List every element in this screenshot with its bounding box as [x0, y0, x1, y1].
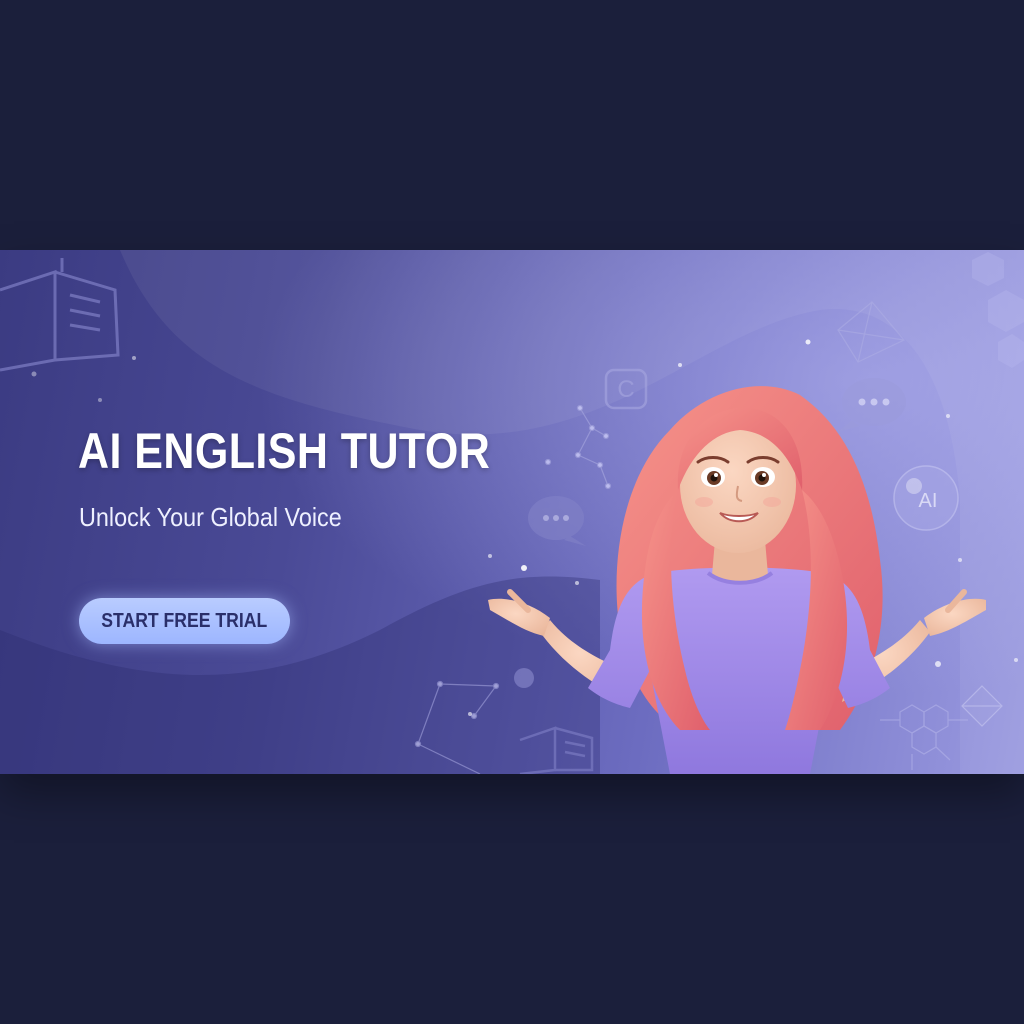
hero-banner: C AI AI ENGLISH TUTOR Unlock Your Global… — [0, 250, 1024, 774]
page-subtitle: Unlock Your Global Voice — [79, 502, 342, 532]
tutor-avatar — [488, 386, 986, 774]
page-title: AI ENGLISH TUTOR — [78, 423, 491, 479]
start-free-trial-label: START FREE TRIAL — [101, 609, 268, 632]
start-free-trial-button[interactable]: START FREE TRIAL — [79, 598, 290, 644]
